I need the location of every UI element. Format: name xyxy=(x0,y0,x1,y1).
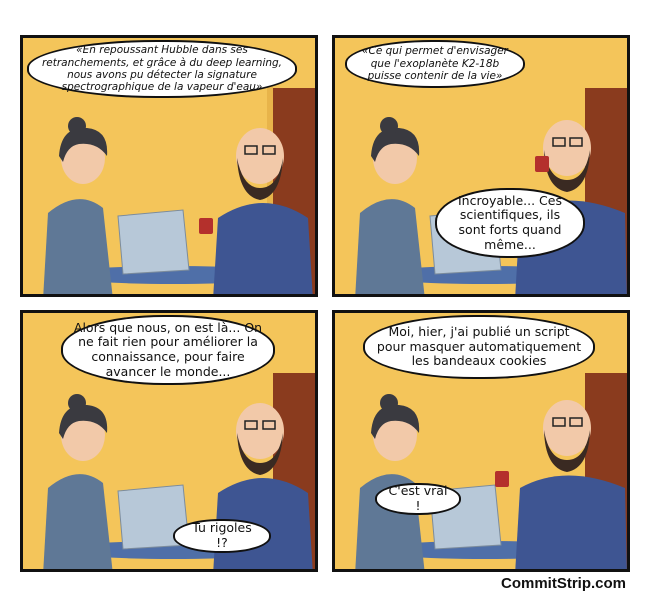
reply-bubble-4: C'est vrai ! xyxy=(375,483,461,515)
woman-body xyxy=(43,199,113,294)
speech-text-4: Moi, hier, j'ai publié un script pour ma… xyxy=(376,323,582,369)
speech-bubble-1: «En repoussant Hubble dans ses retranche… xyxy=(27,40,297,98)
speech-text-1: «En repoussant Hubble dans ses retranche… xyxy=(41,44,283,94)
reply-bubble-2: Incroyable... Ces scientifiques, ils son… xyxy=(435,188,585,258)
speech-bubble-3: Alors que nous, on est là... On ne fait … xyxy=(61,315,275,385)
comic-panel-1: «En repoussant Hubble dans ses retranche… xyxy=(20,35,318,297)
reply-text-4: C'est vrai ! xyxy=(388,483,448,513)
cup xyxy=(199,218,213,234)
speech-bubble-4: Moi, hier, j'ai publié un script pour ma… xyxy=(363,315,595,379)
speech-bubble-2: «Ce qui permet d'envisager que l'exoplan… xyxy=(345,40,525,88)
man-body xyxy=(213,203,313,294)
comic-panel-3: Alors que nous, on est là... On ne fait … xyxy=(20,310,318,572)
laptop xyxy=(117,209,190,275)
speech-text-2: «Ce qui permet d'envisager que l'exoplan… xyxy=(362,45,508,83)
comic-panel-2: «Ce qui permet d'envisager que l'exoplan… xyxy=(332,35,630,297)
reply-text-2: Incroyable... Ces scientifiques, ils son… xyxy=(458,192,562,252)
comic-panel-4: Moi, hier, j'ai publié un script pour ma… xyxy=(332,310,630,572)
reply-text-3: Tu rigoles !? xyxy=(192,520,252,550)
reply-bubble-3: Tu rigoles !? xyxy=(173,519,271,553)
site-credit: CommitStrip.com xyxy=(500,575,626,592)
man-face xyxy=(236,128,284,184)
speech-text-3: Alors que nous, on est là... On ne fait … xyxy=(73,319,263,379)
